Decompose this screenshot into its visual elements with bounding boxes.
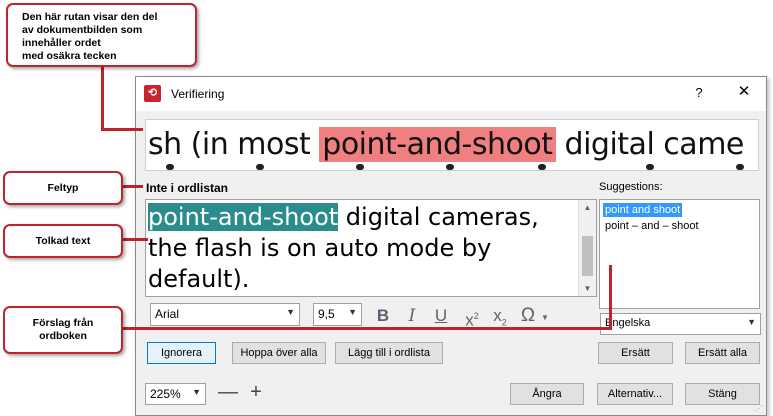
underline-button[interactable]: U bbox=[431, 306, 451, 326]
language-select[interactable]: Engelska ▼ bbox=[600, 313, 761, 335]
chevron-down-icon: ▼ bbox=[192, 387, 201, 397]
callout-image-area-text: Den här rutan visar den del av dokumentb… bbox=[22, 11, 158, 62]
image-strip-text: sh (in most point-and-shoot digital came bbox=[148, 127, 744, 162]
subscript-mark: 2 bbox=[501, 317, 507, 328]
font-select[interactable]: Arial ▼ bbox=[150, 303, 300, 326]
recognized-line-1-rest: digital cameras, bbox=[338, 203, 539, 231]
replace-button[interactable]: Ersätt bbox=[598, 342, 673, 364]
add-to-dictionary-button[interactable]: Lägg till i ordlista bbox=[335, 342, 443, 364]
ignore-button[interactable]: Ignorera bbox=[147, 342, 216, 364]
recognized-text-content[interactable]: point-and-shoot digital cameras, the fla… bbox=[148, 202, 573, 295]
suggestions-list[interactable]: point and shoot point – and – shoot bbox=[599, 199, 760, 309]
chevron-down-icon: ▼ bbox=[348, 307, 357, 317]
zoom-select[interactable]: 225% ▼ bbox=[145, 383, 206, 405]
superscript-button[interactable]: x2 bbox=[462, 306, 482, 330]
help-button[interactable]: ? bbox=[692, 85, 706, 101]
font-size-value: 9,5 bbox=[318, 307, 335, 321]
callout-recognized-text: Tolkad text bbox=[3, 224, 123, 258]
italic-button[interactable]: I bbox=[402, 306, 422, 326]
callout-line bbox=[101, 128, 143, 131]
error-type-label: Inte i ordlistan bbox=[146, 181, 229, 195]
chevron-down-icon: ▼ bbox=[286, 307, 295, 317]
chevron-down-icon: ▼ bbox=[747, 317, 756, 327]
callout-suggestions: Förslag från ordboken bbox=[3, 306, 123, 354]
image-strip-top-fragments bbox=[146, 120, 758, 126]
selected-uncertain-word[interactable]: point-and-shoot bbox=[148, 203, 339, 231]
recognized-text-area[interactable]: point-and-shoot digital cameras, the fla… bbox=[145, 199, 597, 297]
finereader-icon: ⟲ bbox=[144, 85, 161, 102]
suggestion-item[interactable]: point and shoot bbox=[603, 203, 683, 217]
undo-button[interactable]: Ångra bbox=[510, 383, 584, 405]
verification-dialog: ⟲ Verifiering ? ✕ sh (in most point-and-… bbox=[135, 76, 767, 416]
callout-recognized-text-text: Tolkad text bbox=[35, 234, 91, 247]
options-button[interactable]: Alternativ... bbox=[597, 383, 673, 405]
zoom-out-icon[interactable]: — bbox=[218, 382, 238, 402]
special-character-button[interactable]: Ω bbox=[518, 306, 538, 326]
callout-line bbox=[101, 62, 104, 130]
callout-error-type-text: Feltyp bbox=[47, 181, 79, 194]
suggestion-item[interactable]: point – and – shoot bbox=[603, 219, 701, 233]
close-icon[interactable]: ✕ bbox=[734, 81, 754, 103]
chevron-down-icon[interactable]: ▼ bbox=[541, 313, 549, 322]
scroll-down-icon[interactable]: ▼ bbox=[583, 284, 592, 293]
replace-all-button[interactable]: Ersätt alla bbox=[685, 342, 760, 364]
callout-line bbox=[118, 327, 612, 330]
subscript-base: x bbox=[493, 306, 502, 325]
callout-line bbox=[609, 265, 612, 330]
image-text-before: sh (in most bbox=[148, 127, 320, 162]
callout-suggestions-text: Förslag från ordboken bbox=[32, 317, 94, 342]
callout-error-type: Feltyp bbox=[3, 171, 123, 205]
recognized-line-2: the flash is on auto mode by bbox=[148, 234, 492, 262]
superscript-mark: 2 bbox=[473, 311, 479, 321]
subscript-button[interactable]: x2 bbox=[490, 306, 510, 328]
resize-grip-icon[interactable]: ⋰ bbox=[755, 404, 764, 413]
image-uncertain-word: point-and-shoot bbox=[319, 127, 556, 162]
bold-button[interactable]: B bbox=[373, 306, 393, 326]
font-size-select[interactable]: 9,5 ▼ bbox=[313, 303, 362, 326]
image-strip-bottom-fragments bbox=[146, 164, 758, 170]
close-button[interactable]: Stäng bbox=[685, 383, 760, 405]
image-text-after: digital came bbox=[555, 127, 745, 162]
suggestions-label: Suggestions: bbox=[599, 181, 663, 193]
zoom-in-icon[interactable]: + bbox=[247, 382, 265, 402]
text-area-scrollbar[interactable]: ▲ ▼ bbox=[578, 200, 596, 296]
font-value: Arial bbox=[155, 307, 180, 321]
document-image-strip: sh (in most point-and-shoot digital came bbox=[145, 119, 759, 171]
scroll-up-icon[interactable]: ▲ bbox=[583, 203, 592, 212]
skip-all-button[interactable]: Hoppa över alla bbox=[232, 342, 326, 364]
recognized-line-3: default). bbox=[148, 265, 250, 293]
scroll-thumb[interactable] bbox=[582, 236, 593, 276]
zoom-value: 225% bbox=[150, 387, 181, 401]
callout-image-area: Den här rutan visar den del av dokumentb… bbox=[6, 3, 197, 67]
window-title: Verifiering bbox=[171, 87, 225, 101]
title-bar: ⟲ Verifiering ? ✕ bbox=[136, 77, 766, 111]
